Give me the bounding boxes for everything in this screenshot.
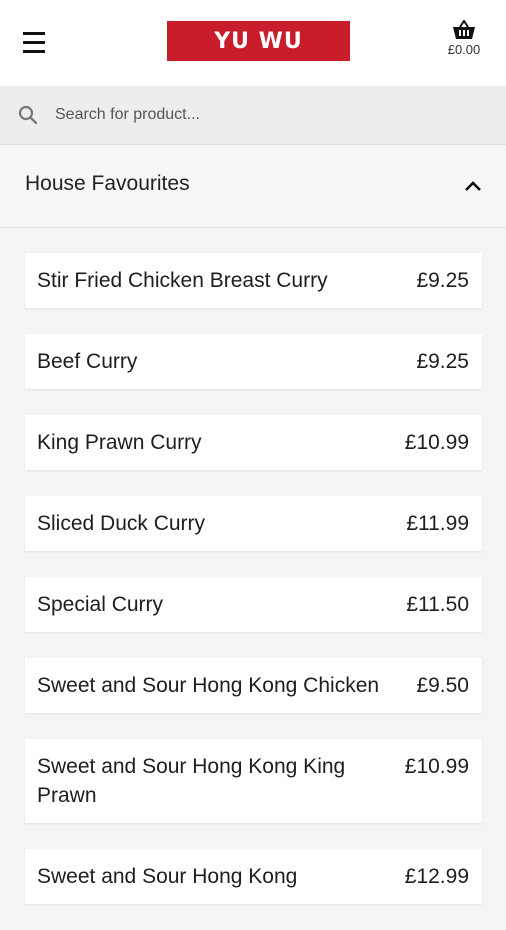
product-name: King Prawn Curry — [37, 431, 202, 454]
category-header-house-favourites[interactable]: House Favourites — [0, 145, 506, 228]
brand-logo[interactable]: YU WU — [167, 21, 350, 61]
product-item[interactable]: Sweet and Sour Hong Kong King Prawn £10.… — [25, 739, 482, 823]
menu-icon-bar — [23, 41, 45, 44]
product-name: Special Curry — [37, 593, 164, 616]
menu-icon-bar — [23, 50, 45, 53]
product-price: £9.25 — [416, 350, 469, 373]
hamburger-menu-button[interactable] — [16, 28, 52, 58]
product-name: Sweet and Sour Hong Kong Chicken — [37, 674, 380, 697]
search-input[interactable] — [55, 100, 485, 130]
search-bar — [0, 86, 506, 145]
product-item[interactable]: Sweet and Sour Hong Kong Chicken £9.50 — [25, 658, 482, 713]
category-title: House Favourites — [25, 172, 190, 195]
product-name: Sliced Duck Curry — [37, 512, 206, 535]
logo-text: YU WU — [214, 28, 303, 54]
basket-icon — [453, 20, 475, 39]
product-name: Sweet and Sour Hong Kong King Prawn — [37, 755, 346, 807]
product-name: Stir Fried Chicken Breast Curry — [37, 269, 328, 292]
product-price: £11.99 — [406, 512, 469, 535]
product-item[interactable]: King Prawn Curry £10.99 — [25, 415, 482, 470]
product-price: £9.50 — [416, 674, 469, 697]
chevron-up-icon[interactable] — [462, 175, 484, 197]
product-item[interactable]: Stir Fried Chicken Breast Curry £9.25 — [25, 253, 482, 308]
search-icon — [18, 105, 38, 125]
product-item[interactable]: Sweet and Sour Hong Kong £12.99 — [25, 849, 482, 904]
product-price: £11.50 — [406, 593, 469, 616]
product-name: Beef Curry — [37, 350, 138, 373]
product-price: £10.99 — [404, 755, 469, 778]
product-item[interactable]: Sliced Duck Curry £11.99 — [25, 496, 482, 551]
product-price: £12.99 — [404, 865, 469, 888]
basket-total: £0.00 — [447, 42, 481, 57]
product-price: £10.99 — [404, 431, 469, 454]
product-price: £9.25 — [416, 269, 469, 292]
menu-icon — [23, 32, 45, 35]
product-name: Sweet and Sour Hong Kong — [37, 865, 298, 888]
product-item[interactable]: Special Curry £11.50 — [25, 577, 482, 632]
app-header: YU WU £0.00 — [0, 0, 506, 86]
basket-button[interactable]: £0.00 — [434, 20, 494, 70]
product-list: Stir Fried Chicken Breast Curry £9.25 Be… — [25, 253, 482, 930]
product-item[interactable]: Beef Curry £9.25 — [25, 334, 482, 389]
